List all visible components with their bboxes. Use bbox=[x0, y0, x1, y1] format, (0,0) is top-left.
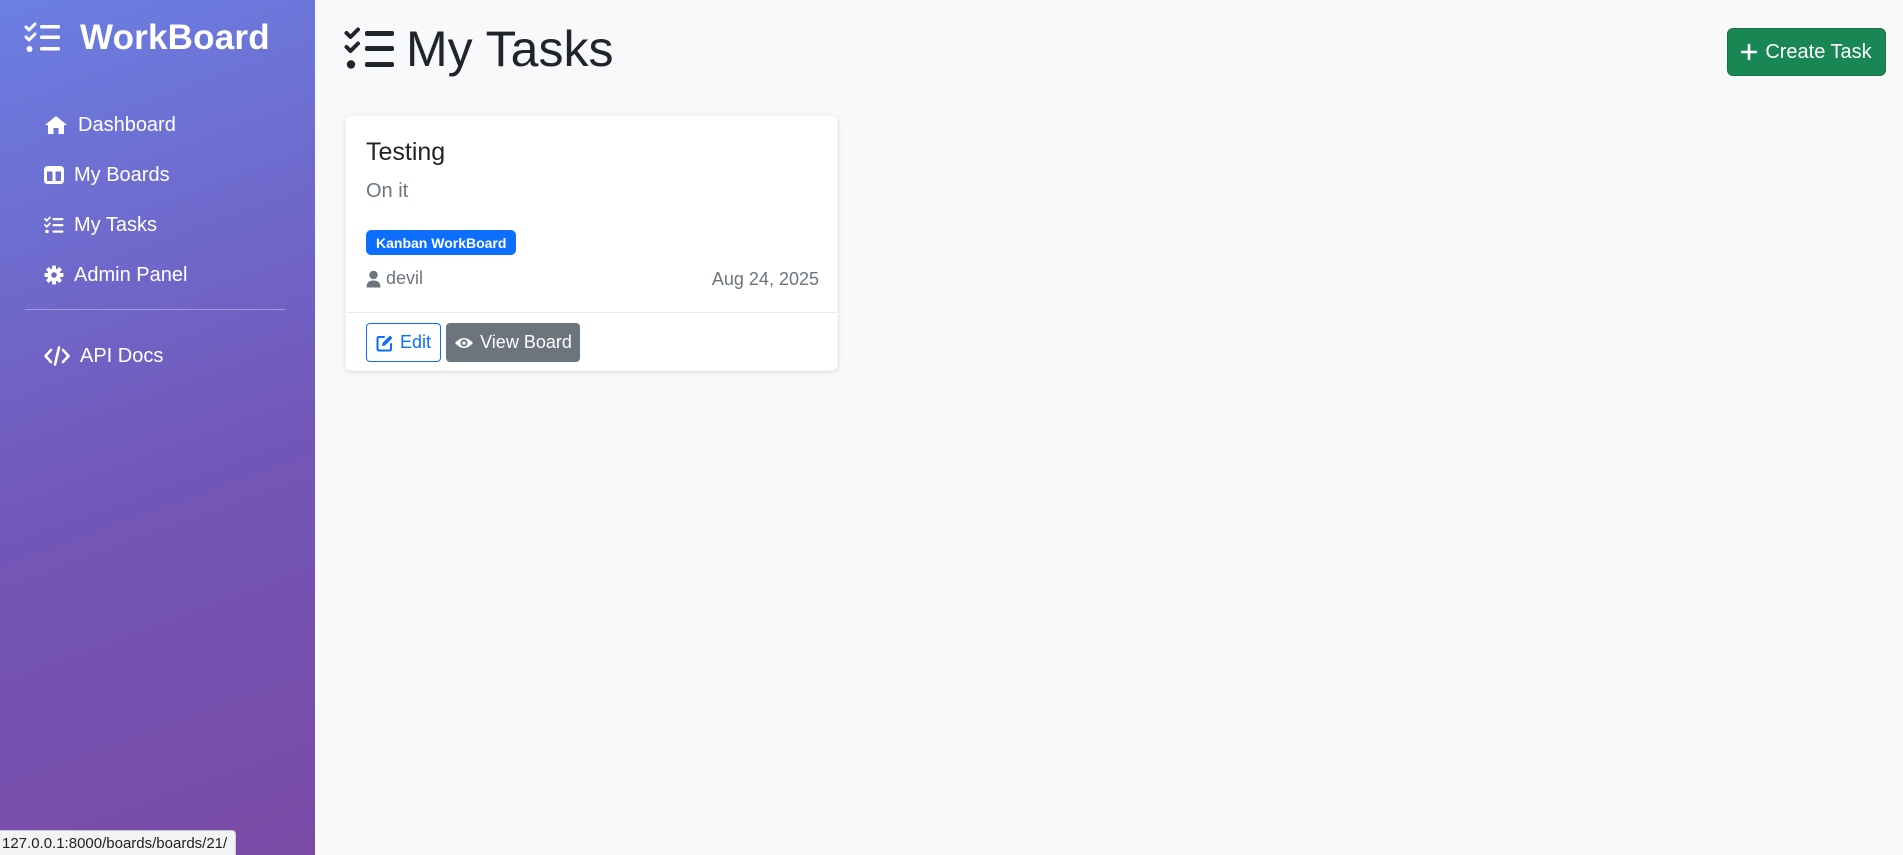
page-title: My Tasks bbox=[406, 21, 614, 77]
sidebar-item-dashboard[interactable]: Dashboard bbox=[44, 100, 187, 150]
plus-icon bbox=[1741, 44, 1758, 60]
sidebar: WorkBoard Dashboard My Boards My Tasks A… bbox=[0, 0, 315, 855]
sidebar-item-api-docs[interactable]: API Docs bbox=[44, 331, 163, 381]
sidebar-item-label: Dashboard bbox=[78, 113, 176, 136]
gear-icon bbox=[44, 265, 64, 285]
sidebar-item-label: API Docs bbox=[80, 344, 164, 367]
task-description: On it bbox=[366, 180, 409, 202]
task-due-date: Aug 24, 2025 bbox=[711, 269, 819, 289]
create-task-button[interactable]: Create Task bbox=[1727, 28, 1886, 76]
sidebar-item-my-boards[interactable]: My Boards bbox=[44, 150, 187, 200]
brand-title: WorkBoard bbox=[80, 18, 270, 57]
assignee-name: devil bbox=[386, 268, 424, 288]
sidebar-item-label: My Boards bbox=[74, 163, 170, 186]
status-bar-url: 127.0.0.1:8000/boards/boards/21/ bbox=[0, 830, 237, 855]
columns-icon bbox=[44, 166, 64, 184]
view-board-label: View Board bbox=[480, 332, 572, 352]
code-icon bbox=[44, 346, 70, 366]
sidebar-divider bbox=[25, 309, 285, 310]
list-check-icon bbox=[24, 22, 60, 52]
task-title: Testing bbox=[366, 138, 446, 166]
sidebar-item-label: My Tasks bbox=[74, 213, 157, 236]
sidebar-item-my-tasks[interactable]: My Tasks bbox=[44, 200, 187, 250]
user-icon bbox=[366, 270, 381, 287]
brand[interactable]: WorkBoard bbox=[24, 18, 270, 58]
edit-icon bbox=[376, 335, 393, 351]
list-check-icon bbox=[44, 216, 64, 234]
card-footer bbox=[346, 312, 837, 313]
edit-button[interactable]: Edit bbox=[366, 323, 441, 362]
create-task-label: Create Task bbox=[1765, 40, 1872, 63]
board-badge: Kanban WorkBoard bbox=[366, 230, 517, 255]
list-check-icon bbox=[344, 27, 394, 69]
view-board-button[interactable]: View Board bbox=[446, 323, 580, 362]
sidebar-nav: Dashboard My Boards My Tasks Admin Panel bbox=[44, 100, 187, 300]
edit-label: Edit bbox=[399, 332, 432, 352]
task-assignee: devil bbox=[366, 268, 423, 289]
sidebar-item-label: Admin Panel bbox=[74, 263, 188, 286]
sidebar-nav-extra: API Docs bbox=[44, 331, 163, 381]
task-card: Testing On it Kanban WorkBoard devil Aug… bbox=[345, 115, 838, 371]
sidebar-item-admin-panel[interactable]: Admin Panel bbox=[44, 250, 187, 300]
page-header: My Tasks bbox=[344, 20, 613, 78]
home-icon bbox=[45, 116, 67, 134]
eye-icon bbox=[455, 337, 474, 348]
